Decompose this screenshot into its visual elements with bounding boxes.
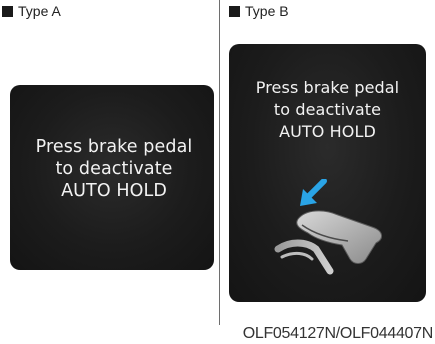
type-a-header: Type A xyxy=(2,3,61,19)
column-divider xyxy=(219,0,220,325)
message-line: Press brake pedal xyxy=(35,137,193,157)
type-b-message: Press brake pedal to deactivate AUTO HOL… xyxy=(229,77,426,143)
type-b-display-panel: Press brake pedal to deactivate AUTO HOL… xyxy=(229,44,426,302)
black-square-bullet-icon xyxy=(2,5,13,17)
type-b-header: Type B xyxy=(229,3,289,19)
type-a-display-panel: Press brake pedal to deactivate AUTO HOL… xyxy=(10,85,214,270)
type-b-label: Type B xyxy=(245,3,289,19)
type-a-label: Type A xyxy=(18,3,61,19)
foot-on-brake-pedal-icon xyxy=(274,179,382,275)
message-line: Press brake pedal xyxy=(255,78,400,97)
message-line: to deactivate xyxy=(273,100,382,119)
message-line: to deactivate xyxy=(55,159,173,179)
figure-caption: OLF054127N/OLF044407N xyxy=(242,325,434,342)
black-square-bullet-icon xyxy=(229,5,240,17)
blue-arrow-icon xyxy=(300,179,327,206)
message-line: AUTO HOLD xyxy=(61,181,167,201)
type-a-message: Press brake pedal to deactivate AUTO HOL… xyxy=(10,136,214,202)
message-line: AUTO HOLD xyxy=(279,122,376,141)
